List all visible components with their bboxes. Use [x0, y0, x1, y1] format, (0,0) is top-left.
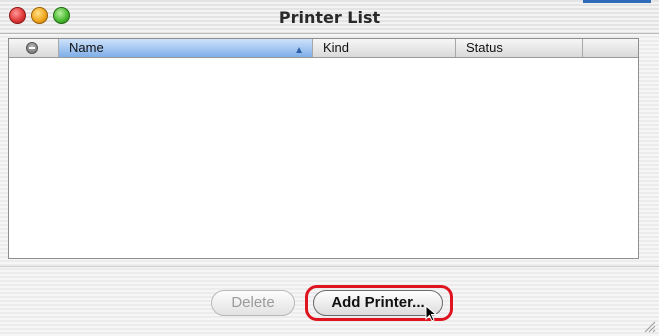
column-header-empty: [583, 39, 640, 57]
window-title: Printer List: [278, 8, 381, 27]
table-header: Name ▲ Kind Status: [9, 39, 638, 58]
title-bar-accent: [583, 0, 651, 3]
column-header-status-label: Status: [466, 40, 503, 55]
title-bar[interactable]: Printer List: [0, 0, 659, 34]
column-header-name-label: Name: [69, 40, 104, 55]
column-header-status[interactable]: Status: [456, 39, 583, 57]
divider: [0, 266, 659, 267]
column-header-kind-label: Kind: [323, 40, 350, 55]
delete-button[interactable]: Delete: [211, 290, 295, 316]
printer-table[interactable]: Name ▲ Kind Status: [8, 38, 639, 259]
column-header-name[interactable]: Name ▲: [59, 39, 313, 57]
status-dot-icon: [26, 42, 38, 54]
printer-list-window: Printer List Name ▲ Kind Status Delete A…: [0, 0, 659, 336]
column-header-kind[interactable]: Kind: [313, 39, 456, 57]
mouse-pointer-icon: [425, 305, 438, 322]
table-rows-empty[interactable]: [9, 58, 638, 258]
add-printer-button[interactable]: Add Printer...: [313, 290, 443, 316]
resize-grip-icon[interactable]: [642, 319, 656, 333]
column-header-status-icon[interactable]: [9, 39, 59, 57]
